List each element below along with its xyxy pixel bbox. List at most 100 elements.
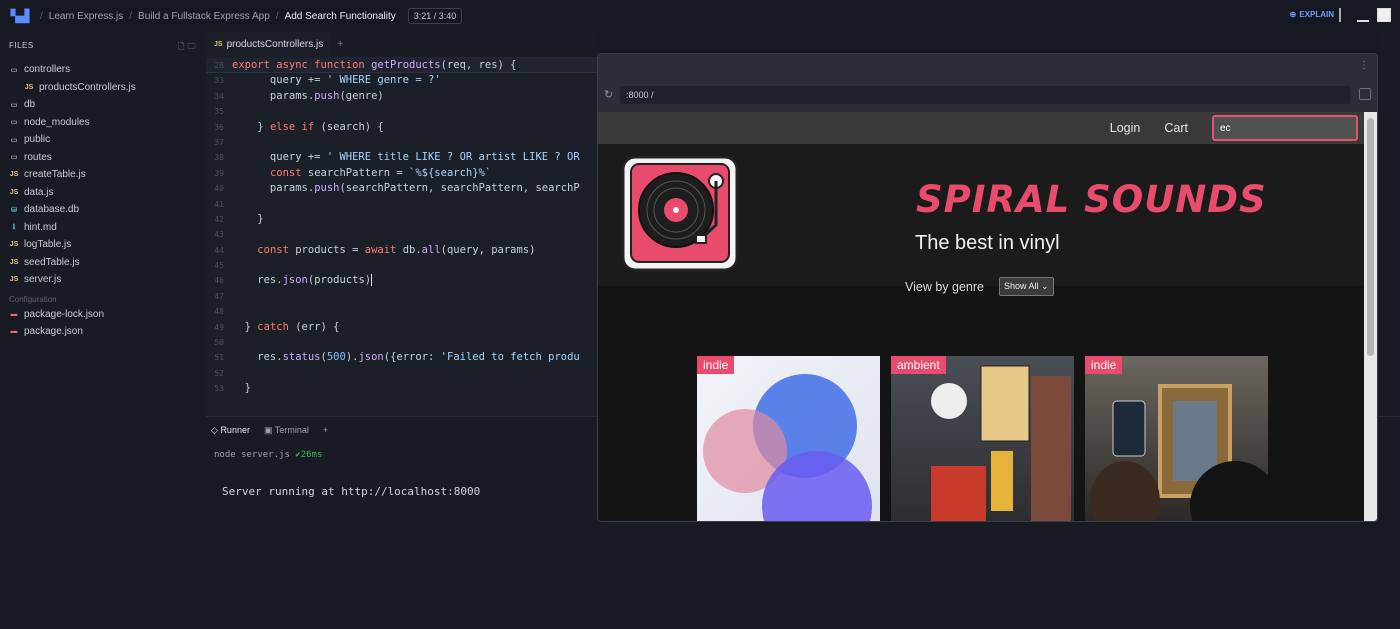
tree-folder-db[interactable]: ▭ db	[0, 96, 206, 114]
tab-productsControllers[interactable]: JS productsControllers.js	[206, 32, 332, 58]
tree-folder-node-modules[interactable]: ▭ node_modules	[0, 114, 206, 132]
code-line: const searchPattern = `%${search}%`	[269, 166, 492, 179]
tree-file-seedTable[interactable]: JS seedTable.js	[0, 254, 206, 272]
tree-folder-routes[interactable]: ▭ routes	[0, 149, 206, 167]
genre-badge: indie	[1085, 356, 1123, 374]
product-card[interactable]: ambient	[891, 356, 1074, 521]
line-number: 53	[214, 384, 224, 394]
scrimba-logo-icon[interactable]: ▚▟	[0, 9, 40, 23]
code-line: }	[232, 382, 251, 395]
js-file-icon: JS	[9, 188, 19, 196]
line-number: 34	[214, 91, 224, 101]
line-number: 45	[214, 261, 224, 271]
js-file-icon: JS	[9, 258, 19, 266]
tagline: The best in vinyl	[915, 232, 1060, 254]
code-line-row: 53 }	[206, 381, 598, 396]
tab-label: Runner	[220, 424, 250, 435]
tree-file-data[interactable]: JS data.js	[0, 184, 206, 202]
product-grid: indie ambient indie	[697, 356, 1268, 521]
tree-file-database[interactable]: ⛁ database.db	[0, 201, 206, 219]
line-number: 41	[214, 199, 224, 209]
explain-icon: ⊕	[1289, 10, 1297, 19]
code-line: params.push(searchPattern, searchPattern…	[232, 182, 580, 195]
tree-file-logTable[interactable]: JS logTable.js	[0, 236, 206, 254]
tree-item-label: package.json	[24, 326, 83, 338]
genre-filter: View by genre Show All ⌄	[905, 277, 1054, 296]
tree-item-label: productsControllers.js	[39, 81, 136, 93]
fullscreen-icon[interactable]	[1377, 8, 1391, 22]
tree-item-label: database.db	[24, 204, 80, 216]
add-tab-icon[interactable]: +	[331, 39, 343, 50]
code-line: const products = await db.all(query, par…	[257, 243, 536, 256]
genre-badge: indie	[697, 356, 735, 374]
tree-item-label: public	[24, 134, 51, 146]
code-line-row: 38 query += ' WHERE title LIKE ? OR arti…	[206, 150, 598, 165]
cart-link[interactable]: Cart	[1164, 121, 1188, 135]
scrollbar-thumb[interactable]	[1367, 118, 1374, 356]
breadcrumb-module[interactable]: Build a Fullstack Express App	[138, 11, 270, 22]
reload-icon[interactable]: ↻	[604, 88, 613, 101]
runner-icon: ◇	[211, 424, 218, 435]
line-number: 37	[214, 137, 224, 147]
tab-terminal[interactable]: ▣ Terminal	[264, 425, 309, 436]
line-number: 33	[214, 76, 224, 86]
url-bar[interactable]: :8000 /	[620, 86, 1350, 104]
product-image	[703, 374, 872, 521]
add-tab-icon[interactable]: +	[323, 425, 328, 435]
breadcrumb-lesson: Add Search Functionality	[284, 10, 396, 22]
preview-scrollbar[interactable]	[1364, 112, 1377, 521]
code-line-row: 39 const searchPattern = `%${search}%`	[206, 166, 598, 181]
tree-item-label: data.js	[24, 186, 54, 198]
tree-folder-controllers[interactable]: ▭ controllers	[0, 61, 206, 79]
layout-icon[interactable]	[1357, 8, 1371, 22]
search-input[interactable]: ec	[1212, 115, 1358, 141]
tree-file-package-lock[interactable]: ▬ package-lock.json	[0, 306, 206, 324]
code-editor[interactable]: JS productsControllers.js + 28 export asy…	[206, 32, 598, 416]
js-file-icon: JS	[9, 276, 19, 284]
code-line-row: 41	[206, 197, 598, 212]
code-line-row: 37	[206, 135, 598, 150]
explain-label: EXPLAIN	[1299, 10, 1334, 19]
folder-icon: ▭	[10, 101, 18, 109]
code-line-row: 40 params.push(searchPattern, searchPatt…	[206, 181, 598, 196]
code-line: query += ' WHERE title LIKE ? OR artist …	[232, 151, 580, 164]
product-card[interactable]: indie	[697, 356, 880, 521]
tab-runner[interactable]: ◇ Runner	[211, 425, 250, 436]
genre-select-value: Show All	[1004, 281, 1039, 291]
folder-icon: ▭	[10, 136, 18, 144]
site-navbar: Login Cart ec	[598, 112, 1366, 144]
right-gutter	[1378, 32, 1400, 416]
code-line-row: 46 res.json(products)	[206, 273, 598, 288]
new-file-icon[interactable]: 🗋 🗀	[178, 41, 196, 55]
product-image	[931, 365, 1071, 521]
login-link[interactable]: Login	[1110, 121, 1141, 135]
line-number: 43	[214, 230, 224, 240]
line-number: 48	[214, 307, 224, 317]
product-card[interactable]: indie	[1085, 356, 1268, 521]
code-line-row: 34 params.push(genre)	[206, 89, 598, 104]
open-new-window-icon[interactable]	[1359, 88, 1371, 100]
brand-title: SPIRAL SOUNDS	[916, 178, 1267, 221]
js-file-icon: JS	[24, 83, 34, 91]
code-line-row: 45	[206, 258, 598, 273]
breadcrumb-course[interactable]: Learn Express.js	[49, 11, 123, 22]
genre-select[interactable]: Show All ⌄	[999, 277, 1054, 296]
code-line-row: 42 }	[206, 212, 598, 227]
explain-button[interactable]: ⊕ EXPLAIN	[1290, 10, 1334, 19]
line-number: 47	[214, 291, 224, 301]
tree-file-productsControllers[interactable]: JS productsControllers.js	[0, 79, 206, 97]
tree-file-createTable[interactable]: JS createTable.js	[0, 166, 206, 184]
tree-file-server[interactable]: JS server.js	[0, 271, 206, 289]
line-number: 51	[214, 353, 224, 363]
line-number: 49	[214, 322, 224, 332]
sticky-scroll-line: 28 export async function getProducts(req,…	[206, 58, 598, 74]
code-line: query += ' WHERE genre = ?'	[232, 74, 441, 87]
line-number: 28	[214, 61, 224, 70]
tree-folder-public[interactable]: ▭ public	[0, 131, 206, 149]
tree-file-hint[interactable]: ℹ hint.md	[0, 219, 206, 237]
more-options-icon[interactable]: ⋮	[1359, 60, 1369, 71]
code-line-row: 36 } else if (search) {	[206, 120, 598, 135]
panel-toggle-icon[interactable]	[1337, 8, 1351, 22]
genre-label: View by genre	[905, 279, 984, 294]
tree-file-package[interactable]: ▬ package.json	[0, 323, 206, 341]
